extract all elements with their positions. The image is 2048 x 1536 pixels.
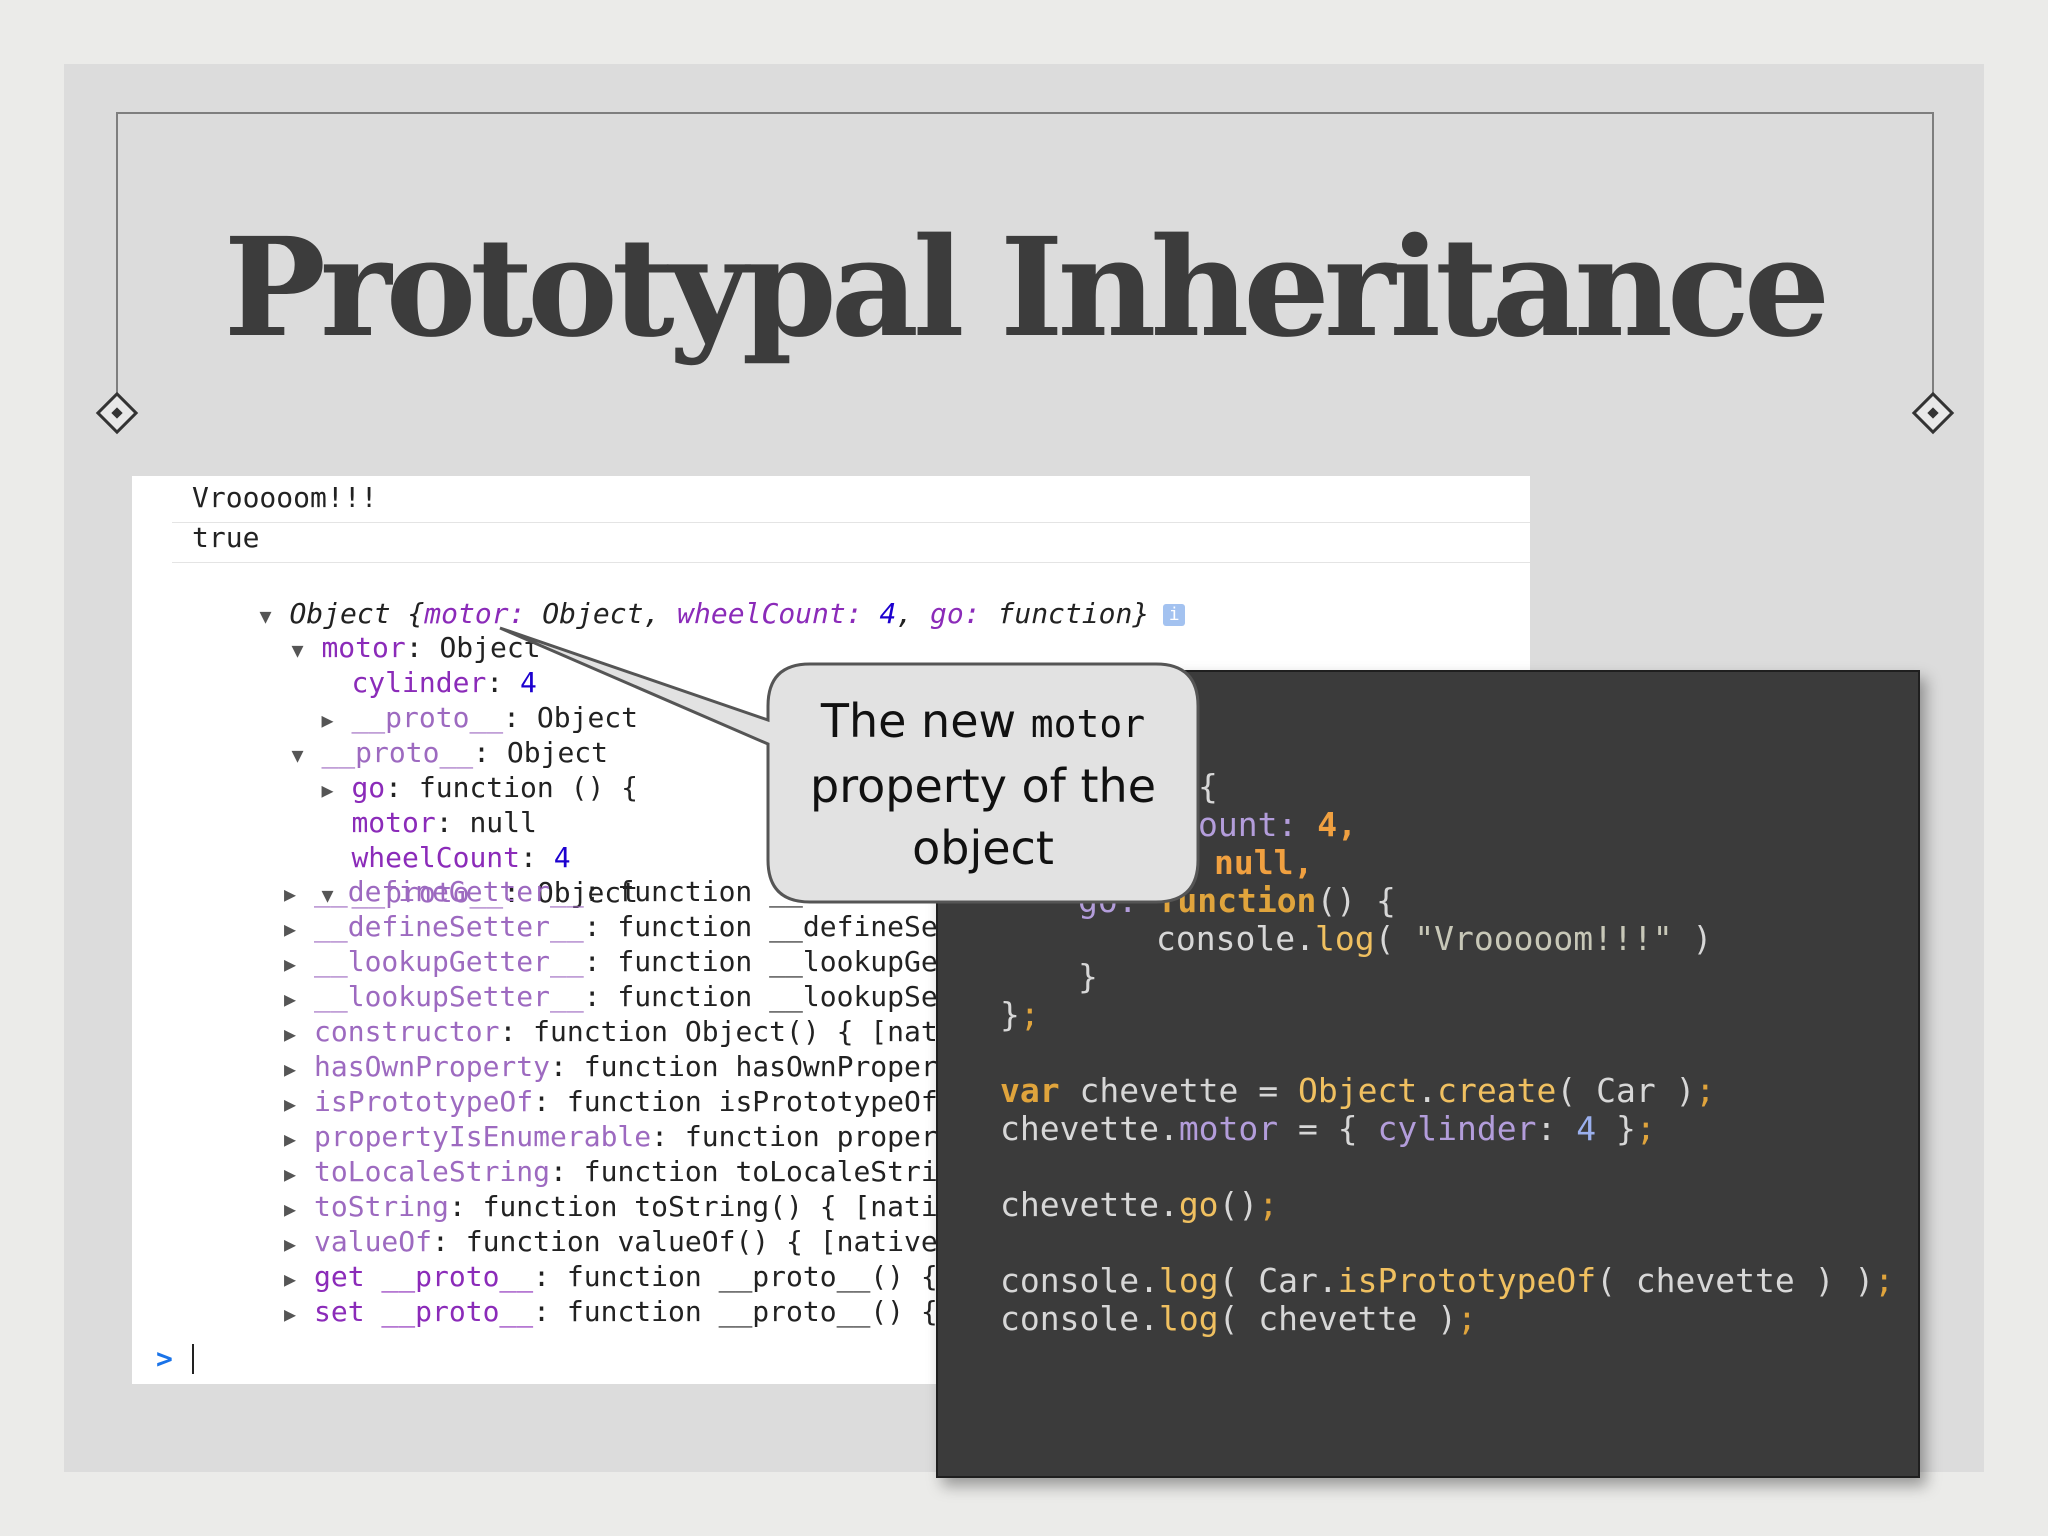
- callout-text: The new motor property of the object: [810, 694, 1156, 875]
